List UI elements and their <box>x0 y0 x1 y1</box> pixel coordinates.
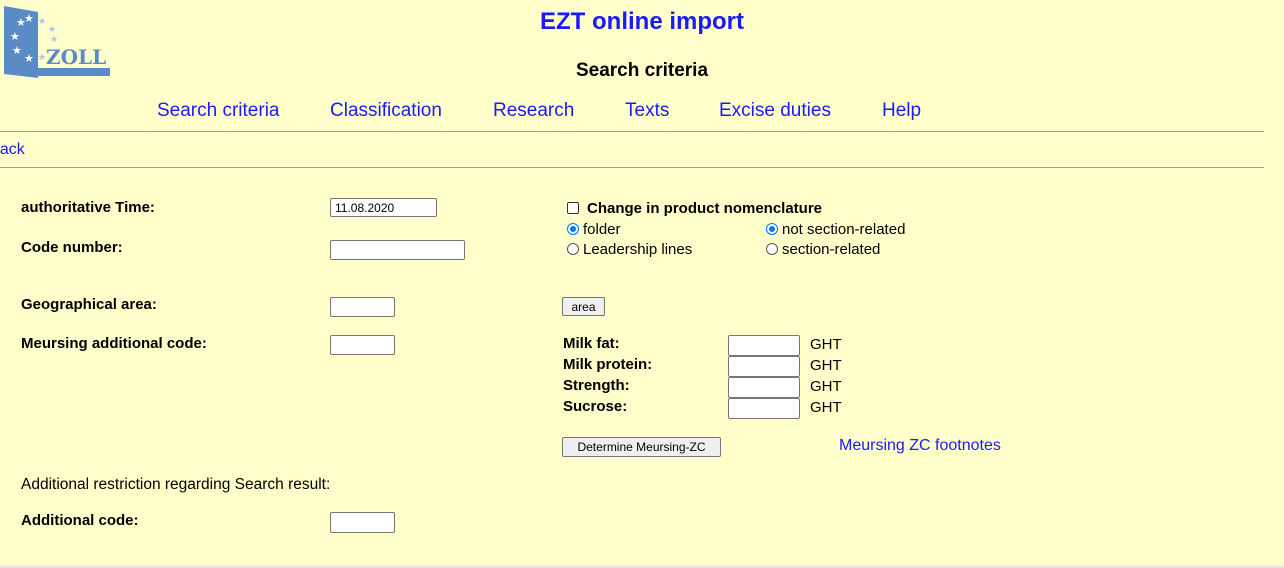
area-button[interactable]: area <box>562 297 605 316</box>
section-related-radio[interactable] <box>766 243 778 255</box>
leadership-lines-radio-label: Leadership lines <box>583 241 693 258</box>
change-nomenclature-label: Change in product nomenclature <box>587 200 823 217</box>
strength-input[interactable] <box>728 377 800 398</box>
authoritative-time-label: authoritative Time: <box>21 199 155 216</box>
sucrose-unit: GHT <box>810 399 842 416</box>
additional-code-input[interactable] <box>330 512 395 533</box>
nav-excise-duties[interactable]: Excise duties <box>719 100 831 122</box>
authoritative-time-input[interactable] <box>330 198 437 217</box>
nav-search-criteria[interactable]: Search criteria <box>157 100 280 122</box>
sucrose-label: Sucrose: <box>563 398 628 415</box>
meursing-code-input[interactable] <box>330 335 395 355</box>
nav-classification[interactable]: Classification <box>330 100 442 122</box>
divider <box>0 167 1264 168</box>
change-nomenclature-checkbox[interactable] <box>567 202 579 214</box>
milk-fat-input[interactable] <box>728 335 800 356</box>
folder-radio[interactable] <box>567 223 579 235</box>
section-related-radio-label: section-related <box>782 241 881 258</box>
restriction-text: Additional restriction regarding Search … <box>21 476 331 493</box>
folder-radio-label: folder <box>583 221 621 238</box>
not-section-related-radio[interactable] <box>766 223 778 235</box>
not-section-related-radio-label: not section-related <box>782 221 906 238</box>
determine-meursing-button[interactable]: Determine Meursing-ZC <box>562 437 721 457</box>
additional-code-label: Additional code: <box>21 512 139 529</box>
app-title: EZT online import <box>540 8 744 35</box>
code-number-input[interactable] <box>330 240 465 260</box>
nav-research[interactable]: Research <box>493 100 574 122</box>
strength-label: Strength: <box>563 377 630 394</box>
code-number-label: Code number: <box>21 239 123 256</box>
milk-fat-label: Milk fat: <box>563 335 620 352</box>
milk-fat-unit: GHT <box>810 336 842 353</box>
geographical-area-input[interactable] <box>330 297 395 317</box>
nav-help[interactable]: Help <box>882 100 921 122</box>
back-link[interactable]: back <box>0 141 25 159</box>
svg-text:★: ★ <box>12 44 22 57</box>
sucrose-input[interactable] <box>728 398 800 419</box>
geographical-area-label: Geographical area: <box>21 296 157 313</box>
page-title: Search criteria <box>575 60 709 81</box>
strength-unit: GHT <box>810 378 842 395</box>
milk-protein-input[interactable] <box>728 356 800 377</box>
meursing-code-label: Meursing additional code: <box>21 335 207 352</box>
leadership-lines-radio[interactable] <box>567 243 579 255</box>
milk-protein-unit: GHT <box>810 357 842 374</box>
nav-texts[interactable]: Texts <box>625 100 669 122</box>
meursing-footnotes-link[interactable]: Meursing ZC footnotes <box>839 437 1001 455</box>
milk-protein-label: Milk protein: <box>563 356 653 373</box>
svg-text:★: ★ <box>50 35 58 45</box>
divider <box>0 131 1264 132</box>
